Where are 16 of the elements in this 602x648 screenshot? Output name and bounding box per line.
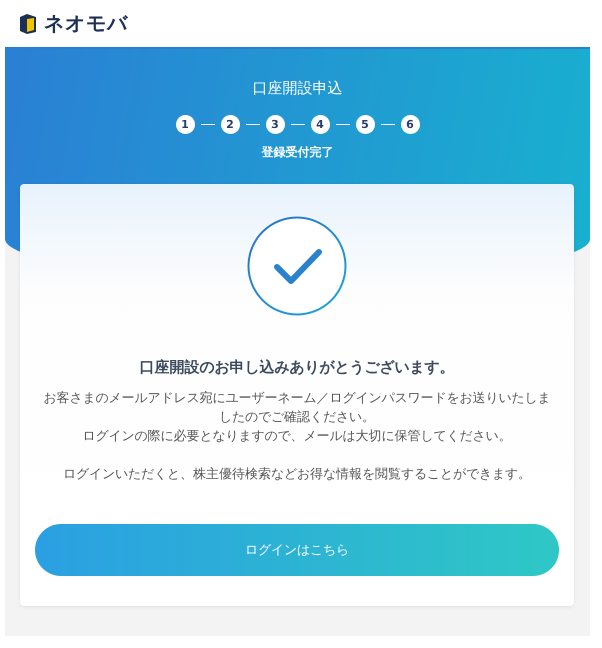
message-text: お客さまのメールアドレス宛にユーザーネーム／ログインパスワードをお送りいたしましたのでご確認ください。: [42, 390, 552, 427]
message-text: ログインいただくと、株主優待検索などお得な情報を閲覧することができます。: [62, 466, 532, 484]
step-number: 4: [310, 115, 330, 134]
logo-icon: [18, 12, 38, 34]
step-number: 3: [266, 115, 284, 134]
login-button[interactable]: ログインはこちら: [35, 524, 559, 576]
page-title: 口座開設申込: [252, 79, 342, 98]
check-icon: [247, 216, 347, 316]
step-number: 1: [176, 115, 194, 134]
thank-you-heading: 口座開設のお申し込みありがとうございます。: [140, 358, 454, 377]
step-label: 登録受付完了: [262, 144, 334, 161]
logo-text: ネオモバ: [44, 10, 128, 37]
step-number: 5: [356, 115, 374, 134]
message-text: ログインの際に必要となりますので、メールは大切に保管してください。: [82, 428, 512, 446]
step-number: 6: [400, 115, 420, 134]
step-number: 2: [220, 115, 240, 134]
